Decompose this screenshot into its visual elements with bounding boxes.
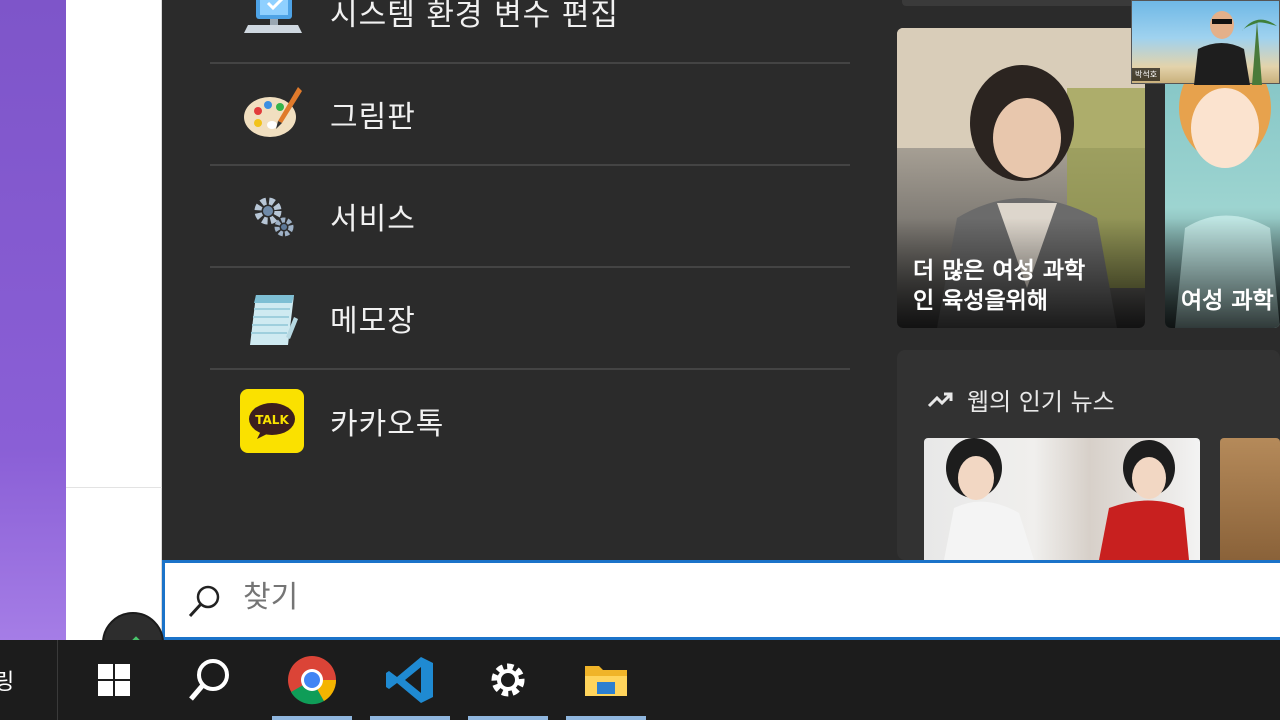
- running-indicator: [370, 716, 450, 720]
- trending-label: 웹의 인기 뉴스: [967, 388, 1115, 416]
- trending-header[interactable]: 웹의 인기 뉴스: [927, 382, 1115, 417]
- settings-button[interactable]: [468, 640, 548, 720]
- taskbar: 링: [0, 640, 1280, 720]
- settings-icon: [491, 663, 525, 697]
- running-indicator: [468, 716, 548, 720]
- trending-arrow-icon: [927, 392, 953, 407]
- news-card-title: 여성 과학 비는 절반: [1181, 288, 1280, 314]
- vscode-button[interactable]: [370, 640, 450, 720]
- result-kakaotalk[interactable]: TALK 카카오톡: [210, 370, 850, 472]
- result-label: 그림판: [330, 100, 416, 135]
- desktop: 시스템 환경 변수 편집 그림판 서비스 메모장 TALK 카카오톡 더 많은 …: [0, 0, 1280, 720]
- start-button[interactable]: [74, 640, 154, 720]
- video-overlay: 박석호: [1131, 0, 1280, 85]
- participant-name: 박석호: [1132, 68, 1161, 81]
- search-bar[interactable]: [162, 560, 1280, 640]
- notepad-icon: [240, 285, 306, 351]
- trending-news: 웹의 인기 뉴스: [897, 350, 1280, 560]
- wallpaper: [0, 0, 70, 640]
- result-label: 카카오톡: [330, 407, 445, 442]
- taskbar-left-label: 링: [0, 670, 15, 695]
- search-input[interactable]: [243, 580, 1143, 615]
- kakaotalk-icon: TALK: [240, 389, 304, 453]
- result-services[interactable]: 서비스: [210, 166, 850, 268]
- chrome-button[interactable]: [272, 640, 352, 720]
- file-explorer-button[interactable]: [566, 640, 646, 720]
- result-label: 메모장: [330, 304, 416, 339]
- taskbar-search-button[interactable]: [170, 640, 250, 720]
- running-indicator: [566, 716, 646, 720]
- thumbnail-image: [944, 438, 1189, 560]
- windows-start-icon: [98, 664, 130, 696]
- news-card-title: 더 많은 여성 과학 인 육성을위해: [913, 258, 1086, 314]
- trending-thumbnail[interactable]: [1220, 438, 1280, 560]
- svg-text:TALK: TALK: [255, 413, 289, 427]
- running-indicator: [272, 716, 352, 720]
- search-panel: 시스템 환경 변수 편집 그림판 서비스 메모장 TALK 카카오톡 더 많은 …: [162, 0, 1280, 560]
- background-window: [66, 0, 162, 640]
- search-icon: [188, 585, 220, 618]
- result-notepad[interactable]: 메모장: [210, 268, 850, 370]
- search-icon: [189, 659, 229, 701]
- result-label: 서비스: [330, 202, 416, 237]
- result-paint[interactable]: 그림판: [210, 64, 850, 166]
- vscode-icon: [386, 657, 433, 703]
- result-label: 시스템 환경 변수 편집: [330, 0, 620, 33]
- trending-thumbnail[interactable]: [924, 438, 1200, 560]
- chrome-icon: [288, 656, 337, 705]
- taskbar-left-item[interactable]: 링: [0, 640, 58, 720]
- divider: [66, 487, 162, 488]
- paint-palette-icon: [240, 81, 306, 147]
- file-explorer-icon: [585, 666, 627, 696]
- result-system-env[interactable]: 시스템 환경 변수 편집: [210, 0, 850, 64]
- news-card[interactable]: 더 많은 여성 과학 인 육성을위해: [897, 28, 1145, 328]
- gears-icon: [240, 183, 306, 249]
- system-settings-icon: [240, 0, 306, 45]
